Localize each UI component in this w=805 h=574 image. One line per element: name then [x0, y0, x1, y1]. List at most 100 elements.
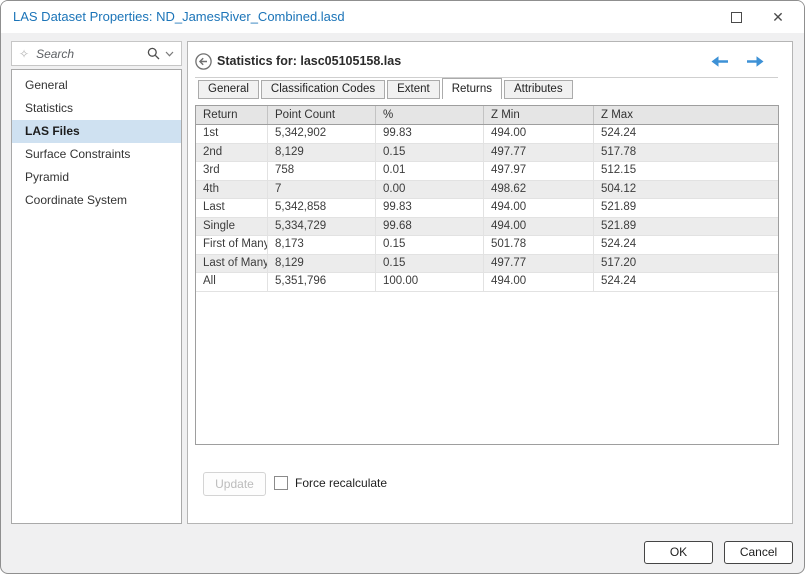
- ok-button[interactable]: OK: [644, 541, 713, 564]
- sparkle-icon: ✧: [19, 46, 30, 61]
- title-bar: LAS Dataset Properties: ND_JamesRiver_Co…: [1, 1, 804, 33]
- search-icon[interactable]: [147, 47, 160, 60]
- table-row[interactable]: 4th 7 0.00 498.62 504.12: [196, 180, 778, 199]
- cell-point-count: 5,342,902: [268, 125, 376, 143]
- tab[interactable]: Classification Codes: [260, 80, 386, 99]
- window-title: LAS Dataset Properties: ND_JamesRiver_Co…: [13, 9, 345, 24]
- column-header[interactable]: Z Min: [484, 106, 594, 124]
- maximize-button[interactable]: [720, 1, 752, 33]
- sidebar-item[interactable]: Surface Constraints: [12, 143, 181, 166]
- sidebar-item[interactable]: LAS Files: [12, 120, 181, 143]
- cell-return: Last of Many: [196, 254, 268, 272]
- table-row[interactable]: 3rd 758 0.01 497.97 512.15: [196, 162, 778, 181]
- sidebar-item[interactable]: Statistics: [12, 97, 181, 120]
- sidebar-item[interactable]: Coordinate System: [12, 189, 181, 212]
- cell-point-count: 7: [268, 180, 376, 198]
- cell-return: 3rd: [196, 162, 268, 180]
- column-header[interactable]: Z Max: [594, 106, 778, 124]
- cell-percent: 0.00: [376, 180, 484, 198]
- cell-z-min: 497.97: [484, 162, 594, 180]
- cell-z-max: 524.24: [601, 238, 637, 250]
- cell-z-max: 521.89: [601, 201, 637, 213]
- statistics-tab-strip: General Classification Codes Extent Retu…: [198, 78, 575, 99]
- column-header[interactable]: Point Count: [268, 106, 376, 124]
- cell-point-count: 5,342,858: [268, 199, 376, 217]
- cell-return: 1st: [196, 125, 268, 143]
- cell-return: First of Many: [196, 236, 268, 254]
- cell-z-min: 494.00: [484, 199, 594, 217]
- previous-file-arrow-icon[interactable]: [709, 55, 730, 68]
- next-file-arrow-icon[interactable]: [745, 55, 766, 68]
- cancel-button[interactable]: Cancel: [724, 541, 793, 564]
- table-row[interactable]: 1st 5,342,902 99.83 494.00 524.24: [196, 125, 778, 144]
- cell-return: 4th: [196, 180, 268, 198]
- sidebar-item-label: General: [25, 78, 68, 92]
- sidebar-item-label: Pyramid: [25, 170, 70, 184]
- search-input[interactable]: [34, 45, 142, 62]
- force-recalculate-checkbox[interactable]: [274, 476, 288, 490]
- table-row[interactable]: First of Many 8,173 0.15 501.78 524.24: [196, 236, 778, 255]
- tab[interactable]: Attributes: [504, 80, 573, 99]
- cell-percent: 99.83: [376, 125, 484, 143]
- cell-z-min: 501.78: [484, 236, 594, 254]
- sidebar-search-box: ✧: [11, 41, 182, 66]
- cell-z-max: 521.89: [601, 219, 637, 232]
- las-dataset-properties-dialog: LAS Dataset Properties: ND_JamesRiver_Co…: [0, 0, 805, 574]
- sidebar-item[interactable]: Pyramid: [12, 166, 181, 189]
- sidebar-item[interactable]: General: [12, 74, 181, 97]
- cell-point-count: 5,351,796: [268, 273, 376, 291]
- cell-point-count: 5,334,729: [268, 217, 376, 235]
- cell-z-max: 524.24: [601, 275, 637, 287]
- cell-return: 2nd: [196, 143, 268, 161]
- cell-percent: 0.15: [376, 254, 484, 272]
- cell-point-count: 8,129: [268, 254, 376, 272]
- cell-z-max: 517.20: [601, 256, 637, 269]
- table-row[interactable]: Last 5,342,858 99.83 494.00 521.89: [196, 199, 778, 218]
- cell-z-min: 494.00: [484, 125, 594, 143]
- sidebar-item-label: Statistics: [25, 101, 74, 115]
- column-header[interactable]: %: [376, 106, 484, 124]
- cell-return: All: [196, 273, 268, 291]
- table-row[interactable]: All 5,351,796 100.00 494.00 524.24: [196, 273, 778, 292]
- tab[interactable]: General: [198, 80, 259, 99]
- chevron-down-icon[interactable]: [165, 51, 174, 57]
- cell-z-min: 498.62: [484, 180, 594, 198]
- tab[interactable]: Extent: [387, 80, 440, 99]
- cell-return: Last: [196, 199, 268, 217]
- table-body: 1st 5,342,902 99.83 494.00 524.24 2nd 8,…: [196, 125, 778, 292]
- table-row[interactable]: Last of Many 8,129 0.15 497.77 517.20: [196, 254, 778, 273]
- cell-z-min: 494.00: [484, 273, 594, 291]
- cell-z-min: 497.77: [484, 143, 594, 161]
- cell-z-min: 494.00: [484, 217, 594, 235]
- force-recalculate-label: Force recalculate: [295, 476, 388, 490]
- close-icon: ✕: [772, 8, 784, 25]
- close-button[interactable]: ✕: [762, 1, 794, 33]
- cell-percent: 100.00: [376, 273, 484, 291]
- sidebar-item-label: Surface Constraints: [25, 147, 131, 161]
- returns-table: Return Point Count % Z Min Z Max 1st 5,3…: [195, 105, 779, 445]
- cell-percent: 99.83: [376, 199, 484, 217]
- table-row[interactable]: 2nd 8,129 0.15 497.77 517.78: [196, 143, 778, 162]
- tab[interactable]: Returns: [441, 78, 502, 99]
- cell-point-count: 758: [268, 162, 376, 180]
- sidebar-item-label: Coordinate System: [25, 193, 128, 207]
- cell-percent: 0.15: [376, 143, 484, 161]
- cell-percent: 0.15: [376, 236, 484, 254]
- column-header[interactable]: Return: [196, 106, 268, 124]
- back-circle-button[interactable]: [195, 53, 212, 70]
- panel-title: Statistics for: lasc05105158.las: [217, 54, 402, 68]
- cell-z-max: 517.78: [601, 145, 637, 158]
- table-row[interactable]: Single 5,334,729 99.68 494.00 521.89: [196, 217, 778, 236]
- cell-z-max: 512.15: [601, 164, 637, 176]
- sidebar-item-label: LAS Files: [25, 124, 80, 138]
- update-button[interactable]: Update: [203, 472, 266, 496]
- cell-return: Single: [196, 217, 268, 235]
- properties-category-list: General Statistics LAS Files Surface Con…: [11, 69, 182, 524]
- table-header-row: Return Point Count % Z Min Z Max: [196, 106, 778, 125]
- cell-z-max: 524.24: [601, 127, 637, 139]
- cell-z-max: 504.12: [601, 182, 637, 195]
- cell-point-count: 8,173: [268, 236, 376, 254]
- cell-point-count: 8,129: [268, 143, 376, 161]
- cell-percent: 0.01: [376, 162, 484, 180]
- cell-percent: 99.68: [376, 217, 484, 235]
